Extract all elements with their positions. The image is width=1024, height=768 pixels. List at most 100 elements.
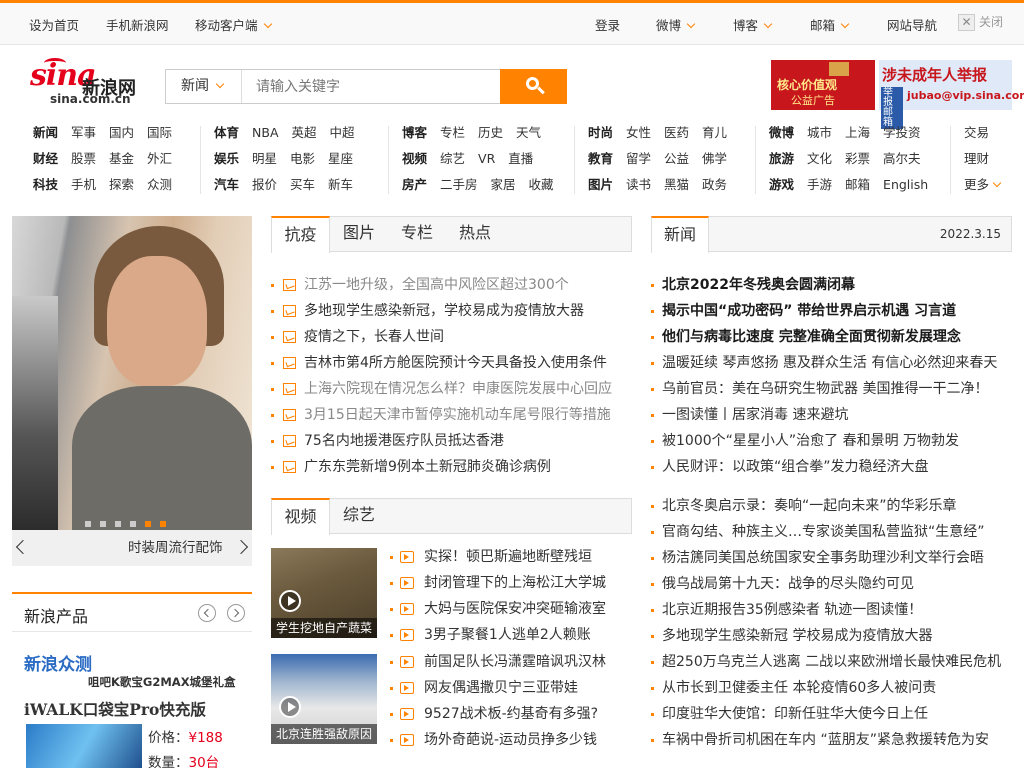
list-item-title[interactable]: 多地现学生感染新冠，学校易成为疫情放大器 [304, 298, 584, 324]
slider-caption[interactable]: 时装周流行配饰 [128, 530, 223, 566]
nav-link[interactable]: 股票 [71, 146, 96, 172]
chevron-left-icon[interactable] [15, 539, 31, 555]
video-list-item[interactable]: 大妈与医院保安冲突砸输液室 [271, 596, 632, 622]
list-item[interactable]: 疫情之下，长春人世间 [271, 324, 632, 350]
nav-link[interactable]: 交易 [964, 120, 989, 146]
video-list-item[interactable]: 3男子聚餐1人逃单2人赖账 [271, 622, 632, 649]
nav-link[interactable]: 体育 [214, 120, 239, 146]
nav-link[interactable]: 黑猫 [664, 172, 689, 198]
list-item[interactable]: 多地现学生感染新冠，学校易成为疫情放大器 [271, 298, 632, 324]
news-item[interactable]: 北京近期报告35例感染者 轨迹一图读懂！ [651, 597, 1012, 623]
set-home-link[interactable]: 设为首页 [29, 15, 79, 34]
news-item-title[interactable]: 他们与病毒比速度 完整准确全面贯彻新发展理念 [662, 324, 961, 350]
zhongce-link[interactable]: 新浪众测 [24, 650, 92, 675]
public-ad-banner[interactable]: 核心价值观 公益广告 [771, 60, 875, 110]
nav-link[interactable]: 军事 [71, 120, 96, 146]
nav-link[interactable]: 留学 [626, 146, 651, 172]
login-link[interactable]: 登录 [595, 15, 620, 34]
nav-link[interactable]: 国际 [147, 120, 172, 146]
tab-video[interactable]: 视频 [271, 498, 330, 535]
slider-dot[interactable] [85, 521, 91, 527]
news-item-title[interactable]: 从市长到卫健委主任 本轮疫情60多人被问责 [662, 675, 936, 701]
blog-menu[interactable]: 博客 [733, 15, 773, 34]
list-item-title[interactable]: 75名内地援港医疗队员抵达香港 [304, 428, 504, 454]
news-item-title[interactable]: 北京近期报告35例感染者 轨迹一图读懂！ [662, 597, 922, 623]
photo-slider[interactable]: 时装周流行配饰 [12, 216, 252, 566]
slider-dot-active[interactable] [145, 521, 151, 527]
slider-dot[interactable] [115, 521, 121, 527]
video-item-title[interactable]: 实探！顿巴斯遍地断壁残垣 [424, 544, 592, 570]
news-item[interactable]: 官商勾结、种族主义…专家谈美国私营监狱“生意经” [651, 519, 1012, 545]
nav-link[interactable]: 直播 [508, 146, 533, 172]
nav-link[interactable]: 新车 [328, 172, 353, 198]
nav-link[interactable]: 汽车 [214, 172, 239, 198]
list-item[interactable]: 广东东莞新增9例本土新冠肺炎确诊病例 [271, 454, 632, 480]
news-item-title[interactable]: 杨洁篪同美国总统国家安全事务助理沙利文举行会晤 [662, 545, 984, 571]
report-ad-banner[interactable]: 涉未成年人举报 举报邮箱 jubao@vip.sina.com [879, 60, 1024, 129]
list-item-title[interactable]: 疫情之下，长春人世间 [304, 324, 444, 350]
list-item-title[interactable]: 江苏一地升级，全国高中风险区超过300个 [304, 272, 569, 298]
nav-link[interactable]: 教育 [588, 146, 613, 172]
nav-link[interactable]: 明星 [252, 146, 277, 172]
slider-dot[interactable] [130, 521, 136, 527]
nav-link[interactable]: 旅游 [769, 146, 794, 172]
nav-link[interactable]: 中超 [330, 120, 355, 146]
list-item-title[interactable]: 吉林市第4所方舱医院预计今天具备投入使用条件 [304, 350, 607, 376]
news-item[interactable]: 北京冬奥启示录：奏响“一起向未来”的华彩乐章 [651, 493, 1012, 519]
nav-link[interactable]: 上海 [845, 120, 870, 146]
nav-link[interactable]: 众测 [147, 172, 172, 198]
prev-button[interactable] [198, 604, 216, 622]
news-item-title[interactable]: 车祸中骨折司机困在车内 “蓝朋友”紧急救援转危为安 [662, 727, 989, 753]
nav-link[interactable]: 探索 [109, 172, 134, 198]
news-item-title[interactable]: 印度驻华大使馆：印新任驻华大使今日上任 [662, 701, 928, 727]
news-item[interactable]: 超250万乌克兰人逃离 二战以来欧洲增长最快难民危机 [651, 649, 1012, 675]
video-list-item[interactable]: 前国足队长冯潇霆暗讽巩汉林 [271, 649, 632, 675]
news-item[interactable]: 一图读懂丨居家消毒 速来避坑 [651, 402, 1012, 428]
video-item-title[interactable]: 场外奇葩说-运动员挣多少钱 [424, 727, 597, 753]
nav-link[interactable]: 高尔夫 [883, 146, 921, 172]
mobile-client-menu[interactable]: 移动客户端 [195, 15, 272, 34]
nav-link[interactable]: 手机 [71, 172, 96, 198]
video-item-title[interactable]: 9527战术板-约基奇有多强? [424, 701, 598, 727]
site-nav-link[interactable]: 网站导航 [887, 15, 937, 34]
nav-link[interactable]: 育儿 [702, 120, 727, 146]
list-item-title[interactable]: 3月15日起天津市暂停实施机动车尾号限行等措施 [304, 402, 611, 428]
nav-link[interactable]: 国内 [109, 120, 134, 146]
news-item[interactable]: 北京2022年冬残奥会圆满闭幕 [651, 272, 1012, 298]
news-item[interactable]: 杨洁篪同美国总统国家安全事务助理沙利文举行会晤 [651, 545, 1012, 571]
search-input[interactable] [244, 70, 500, 103]
video-list-item[interactable]: 网友偶遇撒贝宁三亚带娃 [271, 675, 632, 701]
list-item[interactable]: 吉林市第4所方舱医院预计今天具备投入使用条件 [271, 350, 632, 376]
nav-link[interactable]: 专栏 [440, 120, 465, 146]
nav-link[interactable]: 公益 [664, 146, 689, 172]
nav-link[interactable]: VR [478, 146, 495, 172]
mobile-sina-link[interactable]: 手机新浪网 [106, 15, 169, 34]
video-item-title[interactable]: 网友偶遇撒贝宁三亚带娃 [424, 675, 578, 701]
news-item[interactable]: 揭示中国“成功密码” 带给世界启示机遇 习言道 [651, 298, 1012, 324]
list-item-title[interactable]: 广东东莞新增9例本土新冠肺炎确诊病例 [304, 454, 551, 480]
nav-link[interactable]: 综艺 [440, 146, 465, 172]
news-item[interactable]: 他们与病毒比速度 完整准确全面贯彻新发展理念 [651, 324, 1012, 350]
nav-link[interactable]: 更多 [964, 172, 989, 198]
list-item-title[interactable]: 上海六院现在情况怎么样？申康医院发展中心回应 [304, 376, 612, 402]
product-thumbnail[interactable] [26, 724, 142, 768]
news-item[interactable]: 车祸中骨折司机困在车内 “蓝朋友”紧急救援转危为安 [651, 727, 1012, 753]
nav-link[interactable]: 电影 [290, 146, 315, 172]
video-item-title[interactable]: 3男子聚餐1人逃单2人赖账 [424, 622, 591, 648]
sina-logo[interactable]: sina 新浪网 sina.com.cn [30, 58, 150, 108]
slider-dot[interactable] [100, 521, 106, 527]
nav-link[interactable]: 游戏 [769, 172, 794, 198]
news-item-title[interactable]: 被1000个“星星小人”治愈了 春和景明 万物勃发 [662, 428, 959, 454]
nav-link[interactable]: 新闻 [33, 120, 58, 146]
nav-link[interactable]: 收藏 [529, 172, 554, 198]
nav-link[interactable]: 医药 [664, 120, 689, 146]
close-button[interactable]: ✕ 关闭 [958, 13, 1016, 35]
nav-link[interactable]: 读书 [626, 172, 651, 198]
search-category-select[interactable]: 新闻 [166, 70, 242, 103]
nav-link[interactable]: 微博 [769, 120, 794, 146]
nav-link[interactable]: 基金 [109, 146, 134, 172]
chevron-right-icon[interactable] [233, 539, 249, 555]
list-item[interactable]: 3月15日起天津市暂停实施机动车尾号限行等措施 [271, 402, 632, 428]
news-item[interactable]: 从市长到卫健委主任 本轮疫情60多人被问责 [651, 675, 1012, 701]
tab-pictures[interactable]: 图片 [343, 216, 375, 252]
